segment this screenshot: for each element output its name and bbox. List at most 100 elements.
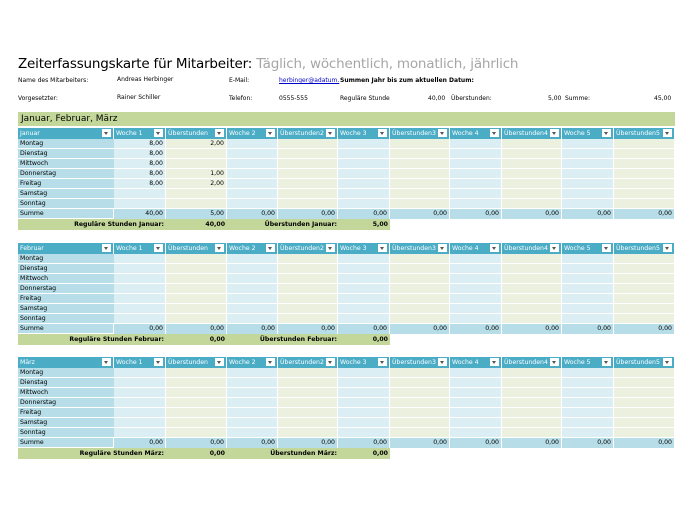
- filter-dropdown-icon[interactable]: [215, 358, 224, 366]
- hours-cell[interactable]: [338, 428, 390, 438]
- column-header[interactable]: Überstunden3: [390, 357, 450, 368]
- overtime-cell[interactable]: [614, 189, 675, 199]
- hours-cell[interactable]: [450, 428, 502, 438]
- column-header[interactable]: Überstunden: [166, 357, 227, 368]
- filter-dropdown-icon[interactable]: [102, 244, 111, 252]
- overtime-cell[interactable]: [278, 304, 338, 314]
- filter-dropdown-icon[interactable]: [602, 244, 611, 252]
- column-header[interactable]: Überstunden2: [278, 128, 338, 139]
- column-header[interactable]: Woche 5: [562, 128, 614, 139]
- hours-cell[interactable]: [227, 179, 278, 189]
- supervisor-value[interactable]: Rainer Schiller: [117, 94, 160, 101]
- overtime-cell[interactable]: [614, 418, 675, 428]
- column-header[interactable]: Woche 5: [562, 357, 614, 368]
- overtime-cell[interactable]: [502, 284, 562, 294]
- overtime-cell[interactable]: [502, 199, 562, 209]
- overtime-cell[interactable]: [390, 264, 450, 274]
- overtime-cell[interactable]: [502, 398, 562, 408]
- filter-dropdown-icon[interactable]: [215, 244, 224, 252]
- overtime-cell[interactable]: [390, 199, 450, 209]
- hours-cell[interactable]: [114, 304, 166, 314]
- column-header[interactable]: Überstunden5: [614, 243, 675, 254]
- overtime-cell[interactable]: [166, 189, 227, 199]
- overtime-cell[interactable]: [614, 254, 675, 264]
- column-header[interactable]: Woche 3: [338, 357, 390, 368]
- hours-cell[interactable]: [450, 274, 502, 284]
- hours-cell[interactable]: [114, 284, 166, 294]
- hours-cell[interactable]: [114, 314, 166, 324]
- column-header[interactable]: Woche 1: [114, 357, 166, 368]
- hours-cell[interactable]: [338, 254, 390, 264]
- hours-cell[interactable]: [450, 388, 502, 398]
- overtime-cell[interactable]: [614, 159, 675, 169]
- hours-cell[interactable]: [114, 254, 166, 264]
- hours-cell[interactable]: [227, 199, 278, 209]
- filter-dropdown-icon[interactable]: [378, 244, 387, 252]
- column-header[interactable]: Überstunden5: [614, 357, 675, 368]
- overtime-cell[interactable]: [166, 304, 227, 314]
- overtime-cell[interactable]: [614, 149, 675, 159]
- filter-dropdown-icon[interactable]: [266, 358, 275, 366]
- hours-cell[interactable]: [227, 139, 278, 149]
- hours-cell[interactable]: 8,00: [114, 159, 166, 169]
- filter-dropdown-icon[interactable]: [215, 129, 224, 137]
- hours-cell[interactable]: [450, 314, 502, 324]
- overtime-cell[interactable]: [502, 408, 562, 418]
- column-header[interactable]: Woche 2: [227, 243, 278, 254]
- column-header[interactable]: Überstunden2: [278, 357, 338, 368]
- overtime-cell[interactable]: [278, 314, 338, 324]
- employee-name-value[interactable]: Andreas Herbinger: [117, 76, 173, 83]
- hours-cell[interactable]: [338, 139, 390, 149]
- hours-cell[interactable]: [450, 149, 502, 159]
- hours-cell[interactable]: [562, 378, 614, 388]
- hours-cell[interactable]: [562, 199, 614, 209]
- overtime-cell[interactable]: [278, 199, 338, 209]
- hours-cell[interactable]: [450, 378, 502, 388]
- hours-cell[interactable]: [114, 189, 166, 199]
- hours-cell[interactable]: [338, 264, 390, 274]
- hours-cell[interactable]: 8,00: [114, 179, 166, 189]
- filter-dropdown-icon[interactable]: [490, 358, 499, 366]
- filter-dropdown-icon[interactable]: [154, 358, 163, 366]
- overtime-cell[interactable]: [502, 149, 562, 159]
- hours-cell[interactable]: [114, 388, 166, 398]
- overtime-cell[interactable]: [166, 199, 227, 209]
- month-header[interactable]: März: [18, 357, 114, 368]
- column-header[interactable]: Woche 1: [114, 243, 166, 254]
- overtime-cell[interactable]: [614, 264, 675, 274]
- overtime-cell[interactable]: [502, 294, 562, 304]
- column-header[interactable]: Woche 2: [227, 357, 278, 368]
- overtime-cell[interactable]: [166, 418, 227, 428]
- hours-cell[interactable]: [227, 284, 278, 294]
- column-header[interactable]: Woche 1: [114, 128, 166, 139]
- filter-dropdown-icon[interactable]: [102, 358, 111, 366]
- overtime-cell[interactable]: [166, 368, 227, 378]
- overtime-cell[interactable]: [278, 398, 338, 408]
- hours-cell[interactable]: [114, 408, 166, 418]
- overtime-cell[interactable]: [390, 149, 450, 159]
- hours-cell[interactable]: [114, 199, 166, 209]
- overtime-cell[interactable]: 2,00: [166, 179, 227, 189]
- filter-dropdown-icon[interactable]: [266, 129, 275, 137]
- filter-dropdown-icon[interactable]: [378, 358, 387, 366]
- overtime-cell[interactable]: [502, 314, 562, 324]
- hours-cell[interactable]: [227, 169, 278, 179]
- hours-cell[interactable]: [450, 294, 502, 304]
- overtime-cell[interactable]: [166, 378, 227, 388]
- column-header[interactable]: Woche 2: [227, 128, 278, 139]
- overtime-cell[interactable]: [390, 294, 450, 304]
- month-header[interactable]: Januar: [18, 128, 114, 139]
- hours-cell[interactable]: [562, 388, 614, 398]
- overtime-cell[interactable]: [502, 159, 562, 169]
- column-header[interactable]: Woche 3: [338, 128, 390, 139]
- overtime-cell[interactable]: [166, 398, 227, 408]
- overtime-cell[interactable]: [278, 408, 338, 418]
- overtime-cell[interactable]: [614, 368, 675, 378]
- hours-cell[interactable]: [114, 378, 166, 388]
- hours-cell[interactable]: 8,00: [114, 149, 166, 159]
- hours-cell[interactable]: [450, 368, 502, 378]
- hours-cell[interactable]: [338, 378, 390, 388]
- hours-cell[interactable]: [450, 304, 502, 314]
- hours-cell[interactable]: [114, 274, 166, 284]
- overtime-cell[interactable]: [614, 139, 675, 149]
